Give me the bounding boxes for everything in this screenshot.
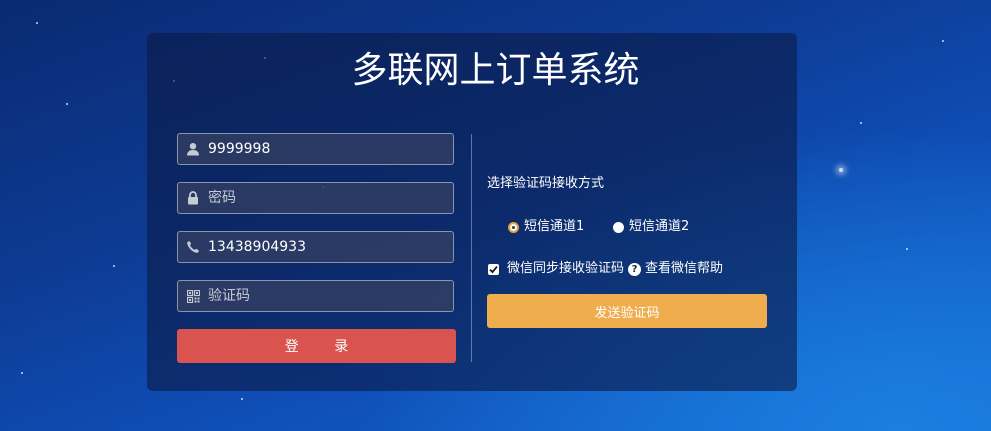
captcha-field[interactable] bbox=[177, 280, 454, 312]
username-field[interactable] bbox=[177, 133, 454, 165]
login-button[interactable]: 登 录 bbox=[177, 329, 456, 363]
phone-field[interactable] bbox=[177, 231, 454, 263]
page-title: 多联网上订单系统 bbox=[351, 50, 640, 91]
wechat-sync-checkbox[interactable] bbox=[488, 263, 499, 275]
star bbox=[36, 22, 38, 24]
star bbox=[241, 398, 243, 400]
star bbox=[66, 103, 68, 105]
username-input[interactable] bbox=[208, 135, 453, 163]
star bbox=[113, 265, 115, 267]
star bbox=[21, 372, 23, 374]
captcha-input[interactable] bbox=[208, 282, 453, 310]
radio-label: 短信通道2 bbox=[629, 219, 690, 234]
star bbox=[942, 40, 944, 42]
verification-method-label: 选择验证码接收方式 bbox=[487, 176, 605, 191]
wechat-sync-row: 微信同步接收验证码 ? 查看微信帮助 bbox=[488, 260, 723, 278]
wechat-help-link[interactable]: 查看微信帮助 bbox=[645, 260, 723, 278]
send-code-button[interactable]: 发送验证码 bbox=[487, 294, 767, 328]
question-circle-icon[interactable]: ? bbox=[628, 262, 642, 276]
radio-unchecked-icon[interactable] bbox=[613, 221, 624, 233]
vertical-divider bbox=[471, 134, 472, 362]
phone-icon bbox=[178, 232, 208, 262]
password-input[interactable] bbox=[208, 184, 453, 212]
star bbox=[906, 248, 908, 250]
star bbox=[860, 122, 862, 124]
lock-icon bbox=[178, 183, 208, 213]
radio-label: 短信通道1 bbox=[524, 219, 585, 234]
qrcode-icon bbox=[178, 281, 208, 311]
radio-sms-channel-1[interactable]: 短信通道1 bbox=[508, 218, 584, 236]
radio-checked-icon[interactable] bbox=[508, 221, 519, 233]
password-field[interactable] bbox=[177, 182, 454, 214]
user-icon bbox=[178, 134, 208, 164]
wechat-sync-label: 微信同步接收验证码 bbox=[507, 261, 625, 276]
star bbox=[839, 168, 843, 172]
radio-sms-channel-2[interactable]: 短信通道2 bbox=[613, 218, 689, 236]
checkmark-icon bbox=[489, 265, 498, 273]
phone-input[interactable] bbox=[208, 233, 453, 261]
